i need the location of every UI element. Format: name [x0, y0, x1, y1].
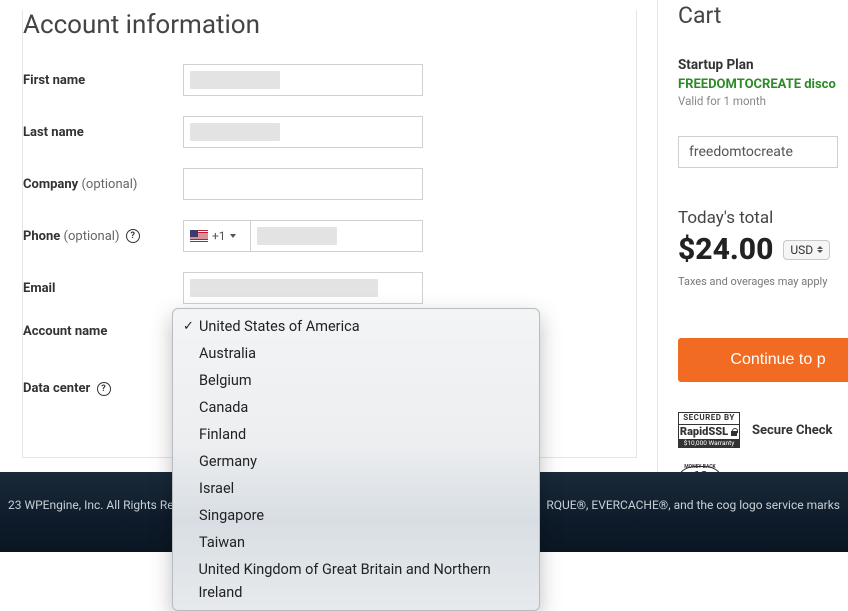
dropdown-option-label: Canada [199, 396, 248, 419]
footer-right: RQUE®, EVERCACHE®, and the cog logo serv… [546, 496, 840, 514]
phone-country-select[interactable]: +1 [183, 220, 251, 252]
row-phone: Phone (optional) ? +1 [23, 220, 616, 252]
label-first-name: First name [23, 73, 183, 88]
coupon-input[interactable]: freedomtocreate [678, 136, 838, 168]
chevron-down-icon [230, 234, 236, 238]
total-label: Today's total [678, 208, 848, 228]
flag-icon [190, 230, 208, 242]
dropdown-option-label: Belgium [199, 369, 252, 392]
dropdown-option[interactable]: Israel [173, 475, 539, 502]
dropdown-option[interactable]: Taiwan [173, 529, 539, 556]
label-data-center: Data center ? [23, 381, 183, 396]
label-phone: Phone (optional) ? [23, 229, 183, 244]
dropdown-option-label: Australia [199, 342, 256, 365]
select-arrows-icon [817, 246, 823, 253]
label-last-name: Last name [23, 125, 183, 140]
label-company: Company (optional) [23, 177, 183, 192]
dropdown-option-label: United Kingdom of Great Britain and Nort… [198, 558, 527, 604]
dropdown-option[interactable]: United Kingdom of Great Britain and Nort… [173, 556, 539, 606]
cart-sidebar: Cart Startup Plan FREEDOMTOCREATE disco … [658, 0, 848, 551]
dropdown-option-label: United States of America [199, 315, 360, 338]
plan-name: Startup Plan [678, 57, 848, 73]
phone-input[interactable] [251, 220, 423, 252]
currency-select[interactable]: USD [783, 240, 830, 260]
total-amount: $24.00 [678, 232, 773, 267]
dropdown-option[interactable]: Singapore [173, 502, 539, 529]
continue-button[interactable]: Continue to p [678, 338, 848, 382]
secure-checkout-label: Secure Check [752, 423, 833, 438]
check-icon: ✓ [183, 315, 199, 338]
discount-validity: Valid for 1 month [678, 94, 848, 108]
discount-line: FREEDOMTOCREATE disco [678, 77, 848, 92]
tax-note: Taxes and overages may apply [678, 275, 848, 288]
first-name-input[interactable] [183, 64, 423, 96]
help-icon[interactable]: ? [126, 229, 140, 243]
row-last-name: Last name [23, 116, 616, 148]
lock-icon [730, 428, 738, 436]
cart-title: Cart [678, 2, 848, 29]
row-email: Email [23, 272, 616, 304]
dropdown-option-label: Finland [199, 423, 246, 446]
dropdown-option-label: Israel [199, 477, 234, 500]
company-input[interactable] [183, 168, 423, 200]
help-icon[interactable]: ? [97, 382, 111, 396]
last-name-input[interactable] [183, 116, 423, 148]
dropdown-option[interactable]: Canada [173, 394, 539, 421]
data-center-dropdown[interactable]: ✓United States of AmericaAustraliaBelgiu… [172, 308, 540, 611]
dropdown-option-label: Singapore [199, 504, 264, 527]
row-first-name: First name [23, 64, 616, 96]
dropdown-option[interactable]: Belgium [173, 367, 539, 394]
row-company: Company (optional) [23, 168, 616, 200]
email-input[interactable] [183, 272, 423, 304]
label-account-name: Account name [23, 324, 183, 339]
ssl-badge: SECURED BY RapidSSL $10,000 Warranty [678, 412, 740, 448]
dropdown-option[interactable]: Germany [173, 448, 539, 475]
dropdown-option[interactable]: ✓United States of America [173, 313, 539, 340]
page-title: Account information [23, 10, 616, 40]
dropdown-option[interactable]: Australia [173, 340, 539, 367]
dropdown-option-label: Germany [199, 450, 257, 473]
label-email: Email [23, 281, 183, 296]
footer-left: 23 WPEngine, Inc. All Rights Re [8, 496, 174, 514]
dropdown-option[interactable]: Finland [173, 421, 539, 448]
